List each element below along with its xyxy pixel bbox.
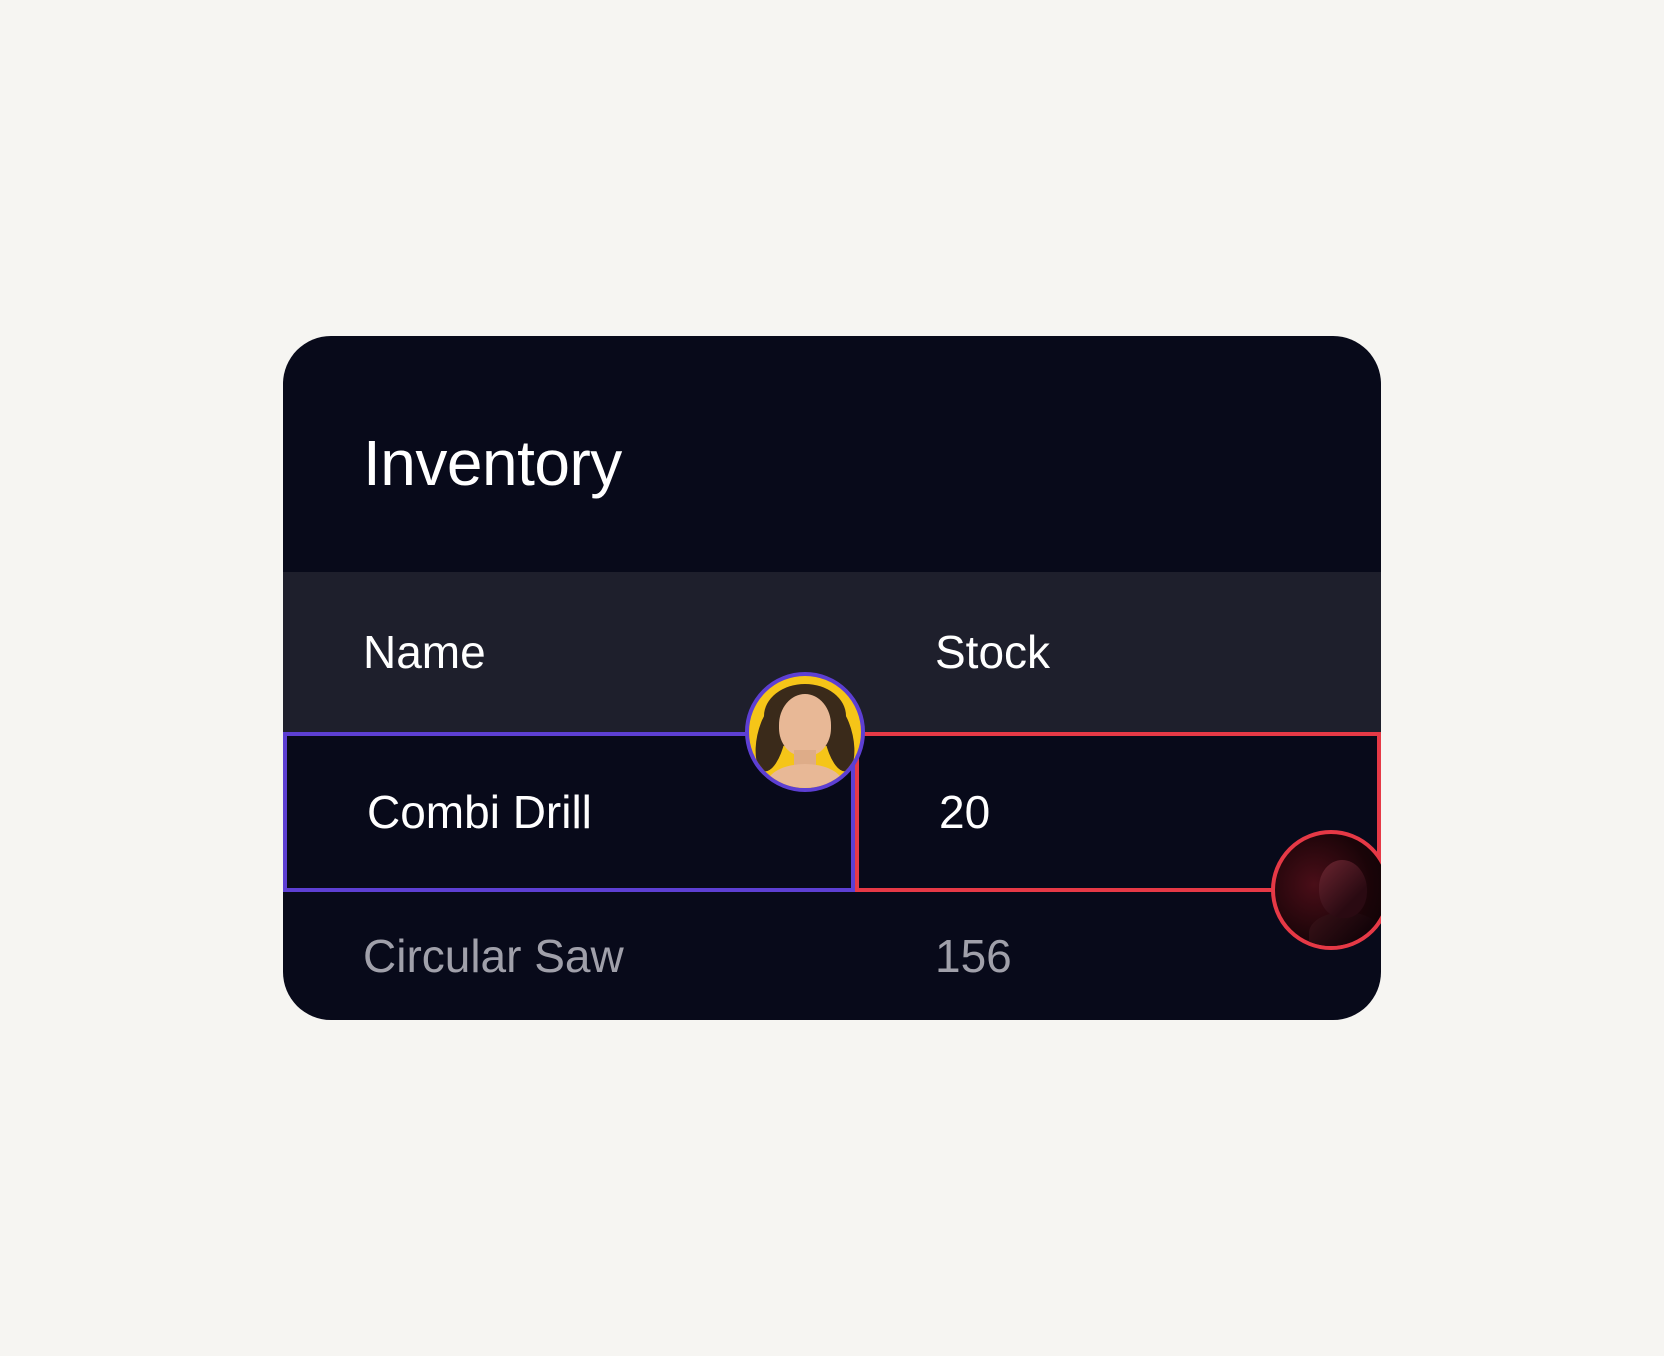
table-header-stock[interactable]: Stock: [855, 572, 1381, 732]
collaborator-avatar-2[interactable]: [1271, 830, 1381, 950]
item-name: Combi Drill: [367, 785, 592, 839]
name-cell[interactable]: Combi Drill: [283, 732, 855, 892]
card-title: Inventory: [363, 426, 1301, 500]
item-stock: 20: [939, 785, 990, 839]
inventory-card: Inventory Name Stock Combi Drill 20: [283, 336, 1381, 1020]
table-header-name-label: Name: [363, 625, 486, 679]
stock-cell[interactable]: 20: [855, 732, 1381, 892]
collaborator-avatar-1[interactable]: [745, 672, 865, 792]
item-name: Circular Saw: [363, 929, 624, 983]
item-stock: 156: [935, 929, 1012, 983]
name-cell[interactable]: Circular Saw: [283, 892, 855, 1020]
card-header: Inventory: [283, 336, 1381, 572]
table-header-stock-label: Stock: [935, 625, 1050, 679]
table-row: Circular Saw 156: [283, 892, 1381, 1020]
table-row: Combi Drill 20: [283, 732, 1381, 892]
